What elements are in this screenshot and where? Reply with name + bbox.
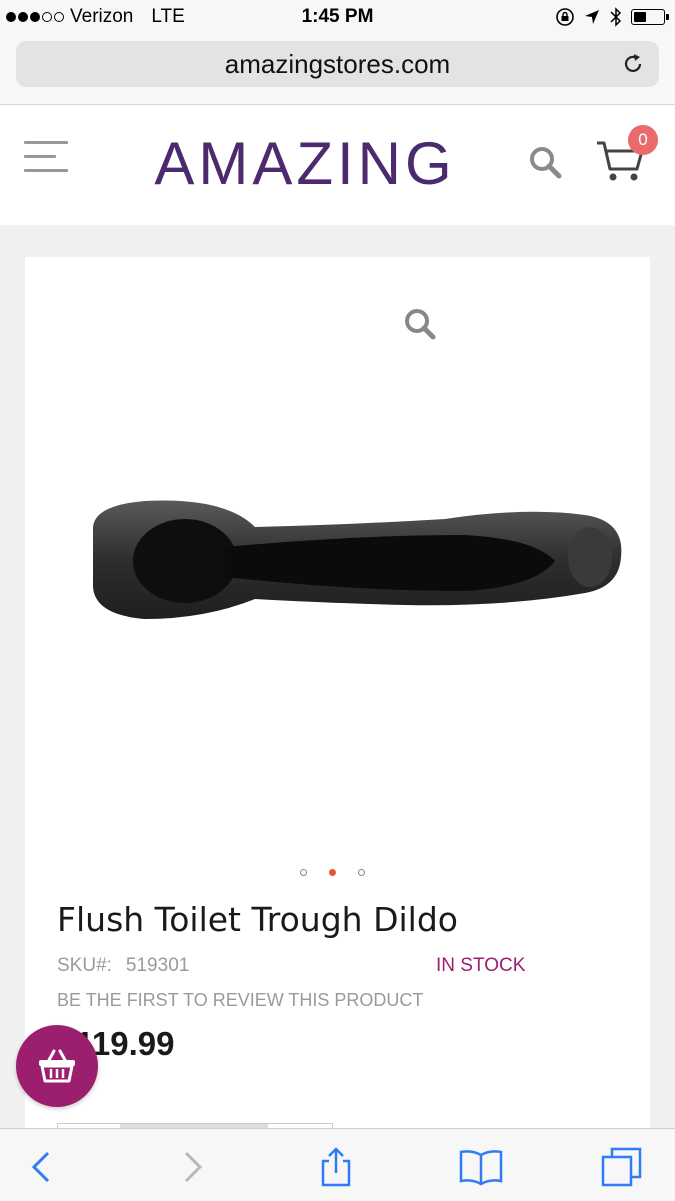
stock-status: IN STOCK (436, 955, 526, 976)
share-icon[interactable] (316, 1147, 356, 1187)
product-image[interactable] (85, 487, 625, 637)
sku-value: 519301 (125, 955, 190, 976)
status-bar: Verizon LTE 1:45 PM (0, 0, 675, 36)
carousel-dot[interactable] (358, 869, 365, 876)
sku-row: SKU#: 519301 (57, 955, 189, 977)
battery-icon (631, 9, 669, 25)
carousel-dot[interactable] (300, 869, 307, 876)
address-bar[interactable]: amazingstores.com (16, 41, 659, 87)
zoom-icon[interactable] (403, 307, 437, 341)
sku-label: SKU#: (57, 955, 112, 976)
site-header: AMAZING 0 (0, 105, 675, 225)
mini-cart-button[interactable] (16, 1025, 98, 1107)
location-icon (585, 10, 599, 24)
bluetooth-icon (610, 7, 622, 27)
status-icons (555, 6, 669, 28)
search-icon[interactable] (528, 145, 562, 179)
bookmarks-icon[interactable] (458, 1147, 504, 1187)
carousel-indicator[interactable] (300, 869, 365, 876)
url-text: amazingstores.com (224, 49, 451, 79)
rotation-lock-icon (556, 8, 574, 26)
product-card: Flush Toilet Trough Dildo SKU#: 519301 IN… (25, 257, 650, 1138)
product-title: Flush Toilet Trough Dildo (57, 900, 458, 939)
browser-toolbar (0, 1128, 675, 1201)
back-chevron-icon[interactable] (22, 1147, 62, 1187)
review-link[interactable]: BE THE FIRST TO REVIEW THIS PRODUCT (57, 990, 423, 1011)
cart-count-badge: 0 (628, 125, 658, 155)
browser-chrome: amazingstores.com (0, 36, 675, 105)
site-logo[interactable]: AMAZING (0, 129, 610, 198)
carousel-dot-active[interactable] (329, 869, 336, 876)
basket-icon (39, 1049, 75, 1083)
reload-icon[interactable] (621, 52, 645, 76)
tabs-icon[interactable] (600, 1147, 644, 1187)
forward-chevron-icon[interactable] (172, 1147, 212, 1187)
